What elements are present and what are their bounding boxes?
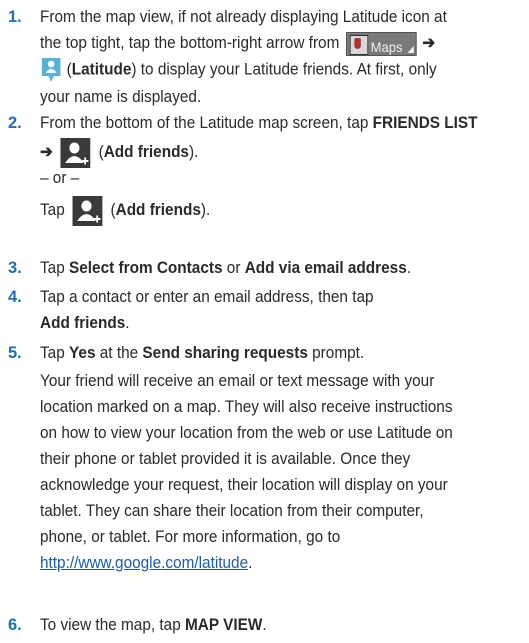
send-sharing-requests-label: Send sharing requests bbox=[142, 344, 308, 362]
friends-list-label: FRIENDS LIST bbox=[372, 114, 478, 132]
step-text: From the map view, if not already displa… bbox=[40, 4, 524, 110]
paragraph-line: Your friend will receive an email or tex… bbox=[40, 372, 435, 390]
latitude-label: Latitude bbox=[71, 60, 132, 79]
step-line: Tap Select from Contacts or Add via emai… bbox=[40, 259, 412, 277]
or-separator: – or – bbox=[40, 169, 80, 187]
paragraph-line: location marked on a map. They will also… bbox=[40, 398, 453, 416]
step-2: 2. From the bottom of the Latitude map s… bbox=[8, 110, 525, 228]
step-line: your name is displayed. bbox=[40, 88, 202, 106]
paragraph-line: their phone or tablet provided it is ava… bbox=[40, 450, 411, 468]
step-number: 2. bbox=[8, 114, 22, 132]
maps-pin-icon bbox=[349, 34, 368, 55]
step-4: 4. Tap a contact or enter an email addre… bbox=[8, 284, 525, 336]
arrow-icon: ➔ bbox=[40, 143, 53, 161]
step-text-part: Tap bbox=[40, 259, 65, 277]
maps-button-icon: Maps bbox=[345, 31, 417, 56]
step-line: Tap Yes at the Send sharing requests pro… bbox=[40, 340, 524, 366]
step-line: (Latitude) to display your Latitude frie… bbox=[40, 56, 524, 84]
step-number: 3. bbox=[8, 259, 22, 277]
add-friends-label: Add friends bbox=[40, 314, 126, 332]
step-6: 6. To view the map, tap MAP VIEW. bbox=[8, 612, 525, 638]
add-friends-label: Add friends bbox=[115, 201, 201, 219]
step-line: From the map view, if not already displa… bbox=[40, 8, 447, 26]
step-number: 1. bbox=[8, 8, 22, 26]
step-line: To view the map, tap MAP VIEW. bbox=[40, 616, 267, 634]
latitude-link[interactable]: http://www.google.com/latitude bbox=[40, 554, 248, 572]
step-number: 5. bbox=[8, 344, 22, 362]
step-line: ➔ (Add friends). bbox=[40, 136, 524, 168]
step-text-part: or bbox=[226, 259, 241, 277]
step-3: 3. Tap Select from Contacts or Add via e… bbox=[8, 255, 525, 281]
add-via-email-label: Add via email address bbox=[244, 259, 407, 277]
step-text: Tap Yes at the Send sharing requests pro… bbox=[40, 340, 524, 576]
step-1: 1. From the map view, if not already dis… bbox=[8, 4, 525, 110]
step-text-part: ) to display your Latitude friends. At f… bbox=[131, 60, 437, 79]
step-line: Tap a contact or enter an email address,… bbox=[40, 288, 374, 306]
paragraph-line: tablet. They can share their location fr… bbox=[40, 502, 424, 520]
step-text-part: To view the map, tap bbox=[40, 616, 181, 634]
paragraph-line: on how to view your location from the we… bbox=[40, 424, 453, 442]
step-line: http://www.google.com/latitude. bbox=[40, 554, 253, 572]
step-line: Add friends. bbox=[40, 314, 130, 332]
add-friends-label: Add friends bbox=[103, 143, 189, 161]
step-text-part: Tap bbox=[40, 344, 65, 362]
map-view-label: MAP VIEW bbox=[185, 616, 263, 634]
paragraph-line: acknowledge your request, their location… bbox=[40, 476, 448, 494]
step-number: 4. bbox=[8, 288, 22, 306]
step-text: From the bottom of the Latitude map scre… bbox=[40, 110, 524, 228]
step-text: To view the map, tap MAP VIEW. bbox=[40, 612, 524, 638]
step-line: the top tight, tap the bottom-right arro… bbox=[40, 30, 524, 56]
step-number: 6. bbox=[8, 616, 22, 634]
arrow-icon: ➔ bbox=[422, 34, 436, 52]
paragraph-line: phone, or tablet. For more information, … bbox=[40, 528, 341, 546]
step-text-part: at the bbox=[99, 344, 139, 362]
add-friends-icon bbox=[60, 137, 91, 168]
bottom-right-arrow-icon bbox=[406, 45, 414, 53]
yes-label: Yes bbox=[69, 344, 96, 362]
step-text: Tap Select from Contacts or Add via emai… bbox=[40, 255, 524, 281]
step-text-part: the top tight, tap the bottom-right arro… bbox=[40, 34, 340, 52]
select-from-contacts-label: Select from Contacts bbox=[69, 259, 223, 277]
step-5: 5. Tap Yes at the Send sharing requests … bbox=[8, 340, 525, 576]
latitude-icon bbox=[40, 56, 62, 84]
step-text: Tap a contact or enter an email address,… bbox=[40, 284, 524, 336]
step-text-part: Tap bbox=[40, 201, 65, 219]
manual-page: 1. From the map view, if not already dis… bbox=[0, 0, 529, 643]
step-line: From the bottom of the Latitude map scre… bbox=[40, 110, 524, 136]
step-line: Tap (Add friends). bbox=[40, 192, 524, 228]
add-friends-icon bbox=[72, 195, 103, 226]
maps-button-label: Maps bbox=[370, 38, 403, 55]
step-text-part: prompt. bbox=[312, 344, 365, 362]
step-text-part: From the bottom of the Latitude map scre… bbox=[40, 114, 369, 132]
